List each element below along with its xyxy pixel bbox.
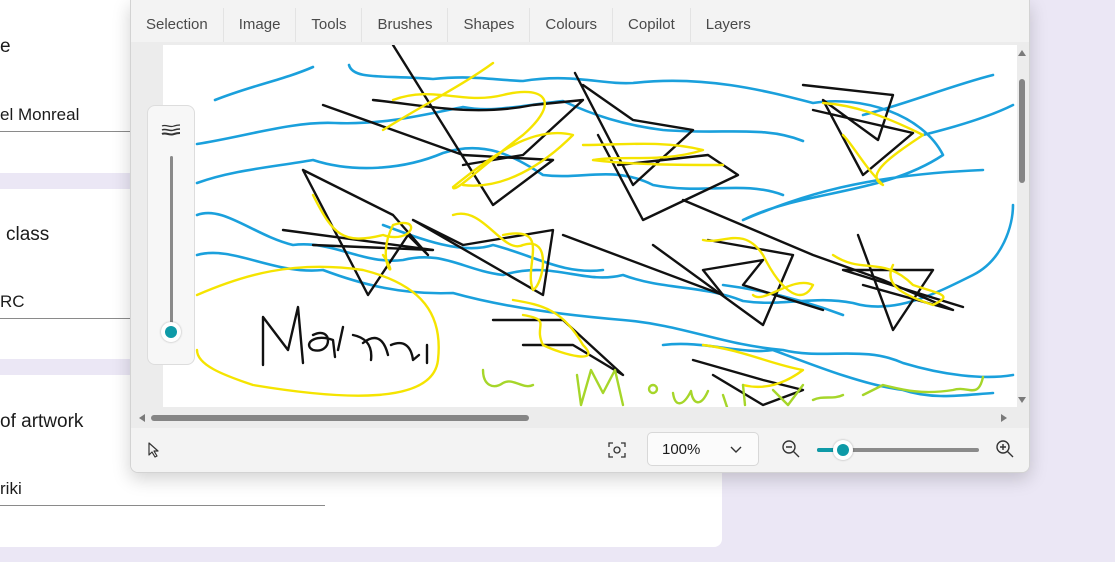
form-value-2[interactable]: RC xyxy=(0,292,25,312)
chevron-down-icon xyxy=(730,446,742,453)
form-value-3[interactable]: riki xyxy=(0,479,22,499)
zoom-level-value: 100% xyxy=(662,441,701,458)
horizontal-scroll-thumb[interactable] xyxy=(151,415,529,421)
handwritten-maori xyxy=(261,305,429,367)
form-value-1[interactable]: el Monreal xyxy=(0,105,79,125)
menu-colours[interactable]: Colours xyxy=(530,8,614,42)
paint-window: Selection Image Tools Brushes Shapes Col… xyxy=(130,0,1030,473)
zoom-level-dropdown[interactable]: 100% xyxy=(647,432,759,466)
fit-to-window-icon[interactable] xyxy=(607,441,627,459)
form-label-3: of artwork xyxy=(0,411,84,432)
status-bar: 100% xyxy=(131,428,1029,472)
menu-bar: Selection Image Tools Brushes Shapes Col… xyxy=(131,8,1029,42)
form-label-1: e xyxy=(0,36,11,57)
form-underline-3 xyxy=(0,505,325,506)
pointer-icon[interactable] xyxy=(147,442,161,458)
zoom-slider-thumb[interactable] xyxy=(833,440,853,460)
menu-shapes[interactable]: Shapes xyxy=(448,8,531,42)
horizontal-scrollbar[interactable] xyxy=(133,410,1013,426)
vertical-scrollbar[interactable] xyxy=(1015,45,1029,407)
green-handwriting xyxy=(481,368,985,407)
zoom-out-icon[interactable] xyxy=(781,439,801,459)
scroll-down-icon[interactable] xyxy=(1017,395,1027,405)
menu-image[interactable]: Image xyxy=(224,8,297,42)
menu-brushes[interactable]: Brushes xyxy=(362,8,449,42)
menu-tools[interactable]: Tools xyxy=(296,8,363,42)
canvas-drawing xyxy=(195,45,1015,407)
vertical-scroll-thumb[interactable] xyxy=(1019,79,1025,183)
zoom-in-icon[interactable] xyxy=(995,439,1015,459)
menu-layers[interactable]: Layers xyxy=(691,8,766,42)
brush-size-track[interactable] xyxy=(170,156,173,328)
scroll-right-icon[interactable] xyxy=(999,413,1009,423)
scroll-left-icon[interactable] xyxy=(137,413,147,423)
drawing-canvas[interactable] xyxy=(163,45,1017,407)
blue-scribble xyxy=(195,63,1015,398)
brush-size-panel xyxy=(147,105,195,365)
form-label-2: class xyxy=(6,224,50,245)
menu-copilot[interactable]: Copilot xyxy=(613,8,691,42)
scroll-up-icon[interactable] xyxy=(1017,48,1027,58)
brush-size-thumb[interactable] xyxy=(161,322,181,342)
canvas-area xyxy=(131,42,1029,428)
brush-size-icon xyxy=(161,124,181,136)
menu-selection[interactable]: Selection xyxy=(131,8,224,42)
